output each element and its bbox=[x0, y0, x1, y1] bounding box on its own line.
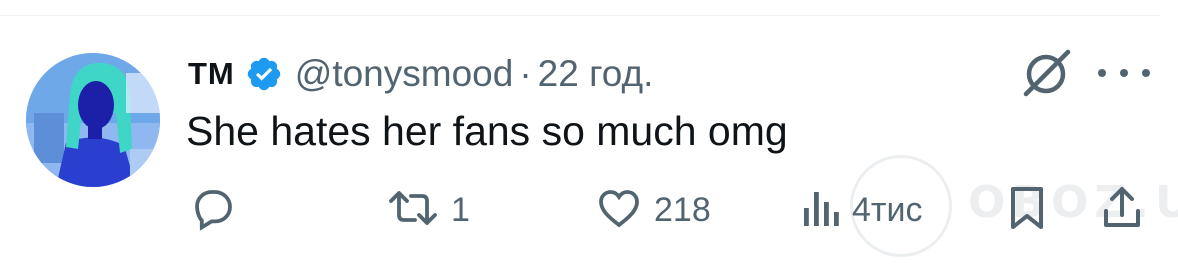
views-chart-icon bbox=[800, 184, 844, 237]
views-count: 4тис bbox=[852, 190, 923, 229]
bookmark-icon bbox=[1005, 183, 1049, 238]
verified-badge-icon bbox=[245, 55, 283, 93]
top-divider bbox=[0, 15, 1160, 16]
handle[interactable]: @tonysmood bbox=[295, 53, 514, 95]
dot-1 bbox=[1098, 69, 1106, 77]
bookmark-button[interactable] bbox=[1005, 180, 1049, 240]
share-icon bbox=[1100, 183, 1144, 238]
separator-dot: · bbox=[519, 53, 532, 94]
share-button[interactable] bbox=[1100, 180, 1144, 240]
tweet-text: She hates her fans so much omg bbox=[186, 108, 788, 154]
views-button[interactable]: 4тис bbox=[800, 180, 922, 240]
retweet-icon bbox=[385, 184, 441, 237]
tweet-card: TM @tonysmood · 22 год. She hates her fa… bbox=[0, 0, 1178, 271]
heart-icon bbox=[594, 184, 644, 237]
grok-icon[interactable] bbox=[1020, 48, 1074, 98]
reply-button[interactable] bbox=[188, 180, 246, 240]
action-bar: 1 218 4тис bbox=[0, 180, 1178, 250]
avatar[interactable] bbox=[26, 53, 160, 187]
tweet-header: TM @tonysmood · 22 год. bbox=[188, 52, 653, 96]
dot-2 bbox=[1120, 69, 1128, 77]
retweet-count: 1 bbox=[451, 190, 470, 229]
like-button[interactable]: 218 bbox=[594, 180, 711, 240]
more-dots-icon[interactable] bbox=[1098, 60, 1150, 86]
reply-icon bbox=[188, 184, 236, 237]
dot-3 bbox=[1142, 69, 1150, 77]
retweet-button[interactable]: 1 bbox=[385, 180, 470, 240]
like-count: 218 bbox=[654, 190, 711, 229]
display-name[interactable]: TM bbox=[188, 56, 235, 92]
timestamp[interactable]: 22 год. bbox=[538, 53, 654, 95]
